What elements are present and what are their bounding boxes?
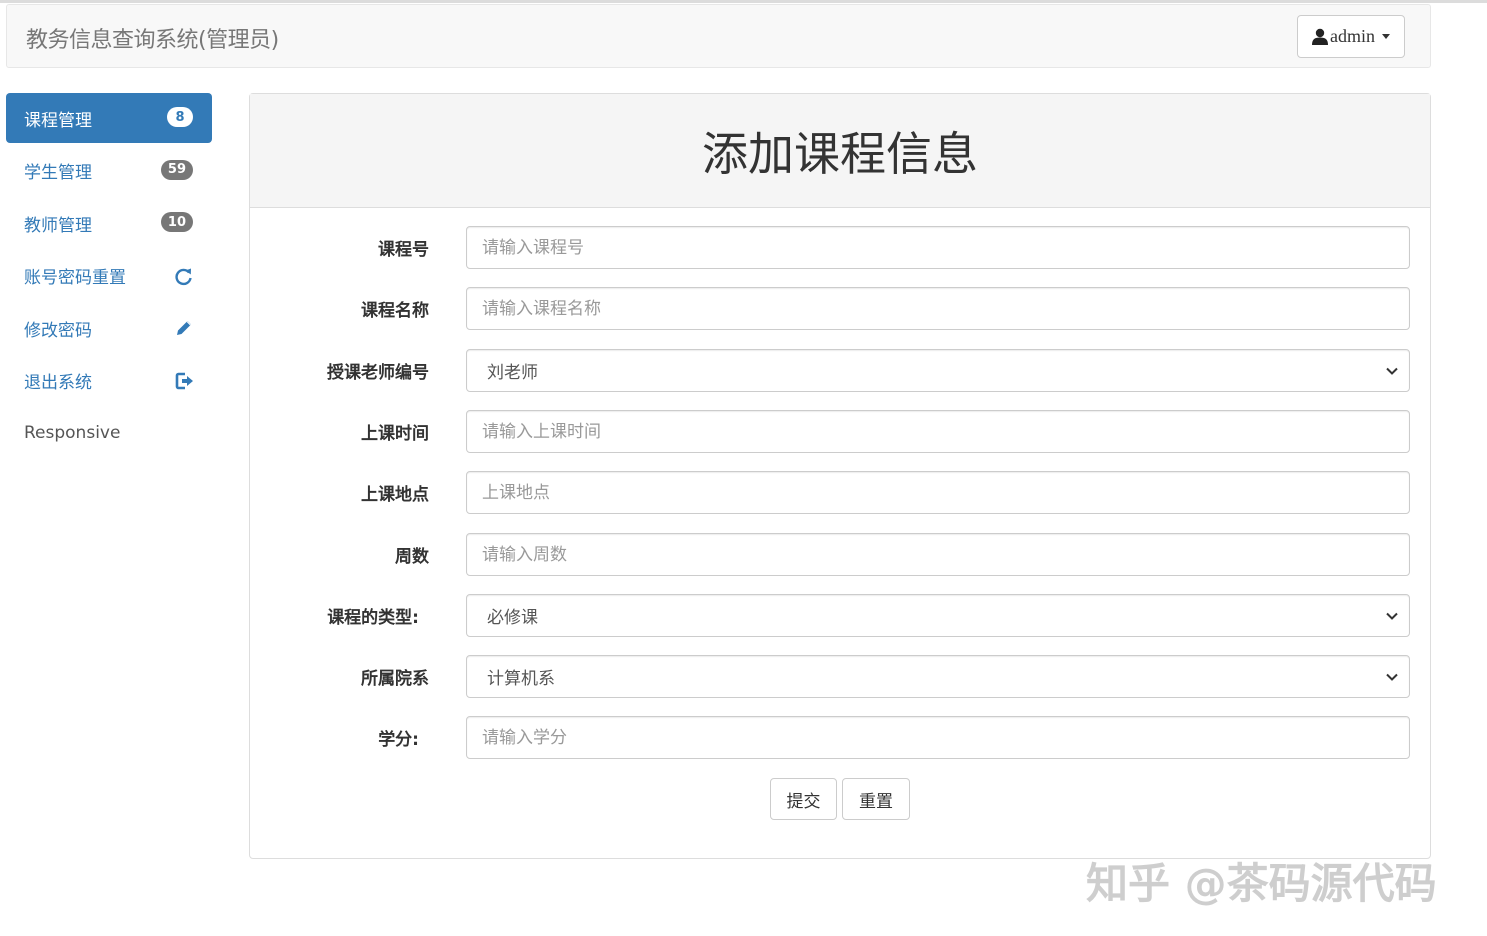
- reset-button[interactable]: 重置: [842, 778, 910, 820]
- count-badge: 8: [167, 107, 193, 127]
- department-select[interactable]: 计算机系: [466, 655, 1410, 698]
- sidebar-item-logout[interactable]: 退出系统: [6, 356, 212, 406]
- sidebar-item-label: 退出系统: [24, 373, 92, 393]
- course-id-input[interactable]: [466, 226, 1410, 269]
- sidebar-item-course[interactable]: 课程管理 8: [6, 93, 212, 143]
- field-label: 所属院系: [361, 669, 429, 689]
- sidebar-item-label: 账号密码重置: [24, 268, 126, 288]
- logout-icon: [175, 372, 193, 389]
- user-name: admin: [1330, 26, 1375, 46]
- count-badge: 10: [160, 212, 193, 232]
- form-row-weeks: 周数: [250, 533, 1430, 576]
- field-label: 课程名称: [361, 301, 429, 321]
- add-course-panel: 添加课程信息 课程号 课程名称 授课老师编号 刘老师 上课时间 上课地点 周数 …: [249, 93, 1431, 859]
- course-type-select[interactable]: 必修课: [466, 594, 1410, 637]
- sidebar-item-label: Responsive: [24, 423, 121, 443]
- submit-button[interactable]: 提交: [770, 778, 837, 820]
- field-label: 上课时间: [361, 424, 429, 444]
- form-row-course-type: 课程的类型: 必修课: [250, 594, 1430, 637]
- field-label: 周数: [395, 547, 429, 567]
- weeks-input[interactable]: [466, 533, 1410, 576]
- user-icon: [1312, 28, 1328, 45]
- form-row-course-id: 课程号: [250, 226, 1430, 269]
- sidebar-item-reset-password[interactable]: 账号密码重置: [6, 251, 212, 301]
- sidebar-item-teacher[interactable]: 教师管理 10: [6, 198, 212, 248]
- class-time-input[interactable]: [466, 410, 1410, 453]
- field-label: 学分:: [378, 730, 419, 750]
- chevron-down-icon: [1386, 367, 1398, 375]
- sidebar: 课程管理 8 学生管理 59 教师管理 10 账号密码重置 修改密码 退出系统 …: [6, 93, 212, 461]
- sidebar-item-student[interactable]: 学生管理 59: [6, 146, 212, 196]
- field-label: 课程号: [378, 240, 429, 260]
- field-label: 授课老师编号: [327, 363, 429, 383]
- watermark: 知乎 @茶码源代码: [1086, 859, 1437, 908]
- app-title[interactable]: 教务信息查询系统(管理员): [26, 22, 279, 54]
- sidebar-item-responsive[interactable]: Responsive: [6, 408, 212, 458]
- top-border: [0, 0, 1487, 3]
- teacher-select[interactable]: 刘老师: [466, 349, 1410, 392]
- sidebar-item-label: 课程管理: [24, 110, 92, 131]
- refresh-icon: [175, 268, 192, 285]
- chevron-down-icon: [1386, 673, 1398, 681]
- form-row-course-name: 课程名称: [250, 287, 1430, 330]
- page-title: 添加课程信息: [250, 94, 1430, 208]
- count-badge: 59: [160, 159, 193, 180]
- form-row-department: 所属院系 计算机系: [250, 655, 1430, 698]
- pencil-icon: [177, 321, 191, 335]
- sidebar-item-label: 修改密码: [24, 320, 92, 341]
- form-row-location: 上课地点: [250, 471, 1430, 514]
- select-value: 必修课: [487, 608, 538, 628]
- credits-input[interactable]: [466, 716, 1410, 759]
- sidebar-item-label: 教师管理: [24, 215, 92, 236]
- sidebar-item-change-password[interactable]: 修改密码: [6, 303, 212, 353]
- select-value: 刘老师: [487, 363, 538, 383]
- navbar: 教务信息查询系统(管理员) admin: [6, 4, 1431, 68]
- sidebar-item-label: 学生管理: [24, 163, 92, 183]
- chevron-down-icon: [1386, 612, 1398, 620]
- course-name-input[interactable]: [466, 287, 1410, 330]
- form-row-teacher: 授课老师编号 刘老师: [250, 349, 1430, 392]
- location-input[interactable]: [466, 471, 1410, 514]
- field-label: 上课地点: [361, 485, 429, 505]
- user-menu-button[interactable]: admin: [1297, 15, 1405, 58]
- caret-down-icon: [1382, 34, 1390, 39]
- form-row-class-time: 上课时间: [250, 410, 1430, 453]
- select-value: 计算机系: [487, 669, 555, 689]
- form-row-credits: 学分:: [250, 716, 1430, 759]
- field-label: 课程的类型:: [327, 608, 419, 628]
